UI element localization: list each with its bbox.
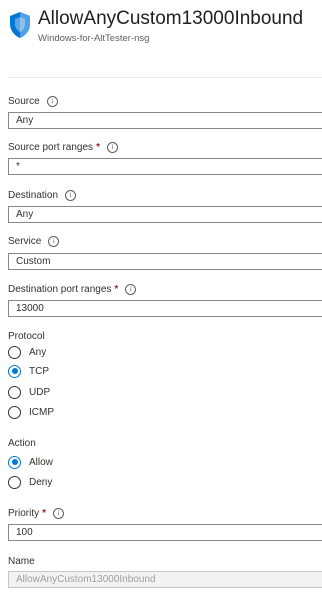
radio-button[interactable]	[8, 385, 21, 399]
info-icon[interactable]: i	[53, 508, 65, 519]
shield-icon	[10, 12, 30, 38]
service-label-text: Service	[8, 236, 42, 247]
destination-port-ranges-label: Destination port ranges * i	[8, 284, 137, 295]
radio-button[interactable]	[8, 364, 21, 378]
radio-label: Allow	[29, 456, 53, 468]
page-title: AllowAnyCustom13000Inbound	[38, 8, 304, 29]
source-port-ranges-label-text: Source port ranges	[8, 142, 94, 153]
radio-button[interactable]	[8, 475, 21, 489]
destination-select[interactable]: Any	[8, 206, 322, 223]
destination-label-text: Destination	[8, 190, 59, 201]
source-label: Source i	[8, 96, 58, 107]
name-input: AllowAnyCustom13000Inbound	[8, 571, 322, 588]
radio-label: Deny	[29, 476, 53, 488]
destination-port-ranges-label-text: Destination port ranges	[8, 284, 112, 295]
inbound-rule-panel: AllowAnyCustom13000Inbound Windows-for-A…	[0, 0, 322, 595]
radio-label: ICMP	[29, 406, 54, 418]
action-label-text: Action	[8, 438, 36, 449]
info-icon[interactable]: i	[106, 142, 118, 153]
source-select[interactable]: Any	[8, 112, 322, 129]
protocol-option-icmp[interactable]: ICMP	[8, 404, 54, 420]
protocol-option-any[interactable]: Any	[8, 344, 46, 360]
protocol-option-tcp[interactable]: TCP	[8, 363, 49, 379]
radio-button[interactable]	[8, 345, 21, 359]
info-icon[interactable]: i	[48, 236, 60, 247]
service-label: Service i	[8, 236, 60, 247]
required-marker: *	[96, 142, 100, 153]
header-divider	[8, 77, 322, 78]
service-select[interactable]: Custom	[8, 253, 322, 270]
priority-label: Priority * i	[8, 508, 65, 519]
panel-header: AllowAnyCustom13000Inbound Windows-for-A…	[8, 8, 322, 48]
protocol-option-udp[interactable]: UDP	[8, 384, 50, 400]
source-port-ranges-input[interactable]: *	[8, 158, 322, 175]
info-icon[interactable]: i	[46, 96, 58, 107]
name-label-text: Name	[8, 556, 35, 567]
action-option-allow[interactable]: Allow	[8, 454, 53, 470]
protocol-label-text: Protocol	[8, 331, 45, 342]
required-marker: *	[42, 508, 47, 519]
priority-input[interactable]: 100	[8, 524, 322, 541]
source-label-text: Source	[8, 96, 40, 107]
action-label: Action	[8, 438, 36, 449]
source-port-ranges-label: Source port ranges * i	[8, 142, 118, 153]
radio-label: Any	[29, 346, 47, 358]
radio-button[interactable]	[8, 405, 21, 419]
required-marker: *	[114, 284, 119, 295]
radio-label: TCP	[29, 365, 49, 377]
destination-port-ranges-input[interactable]: 13000	[8, 300, 322, 317]
name-label: Name	[8, 556, 35, 567]
info-icon[interactable]: i	[65, 190, 77, 201]
radio-button[interactable]	[8, 455, 21, 469]
protocol-label: Protocol	[8, 331, 45, 342]
resource-subtitle: Windows-for-AltTester-nsg	[38, 33, 150, 44]
info-icon[interactable]: i	[125, 284, 137, 295]
priority-label-text: Priority	[8, 508, 40, 519]
destination-label: Destination i	[8, 190, 77, 201]
radio-label: UDP	[29, 386, 51, 398]
action-option-deny[interactable]: Deny	[8, 474, 52, 490]
